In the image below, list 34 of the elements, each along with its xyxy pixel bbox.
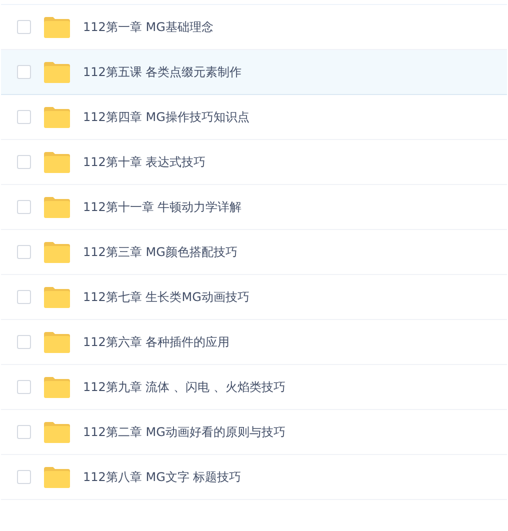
checkbox[interactable] [17, 290, 31, 304]
folder-icon [44, 466, 70, 488]
folder-icon [44, 16, 70, 38]
folder-icon [44, 242, 70, 262]
file-name[interactable]: 112第九章 流体 、闪电 、火焰类技巧 [83, 378, 286, 396]
folder-icon [44, 286, 70, 308]
file-name[interactable]: 112第六章 各种插件的应用 [83, 334, 230, 350]
file-name[interactable]: 112第四章 MG操作技巧知识点 [83, 108, 250, 126]
checkbox[interactable] [17, 155, 31, 169]
file-name[interactable]: 112第十一章 牛顿动力学详解 [83, 198, 242, 216]
checkbox[interactable] [17, 65, 31, 79]
folder-icon [44, 62, 70, 82]
file-name[interactable]: 112第三章 MG颜色搭配技巧 [83, 244, 238, 260]
checkbox[interactable] [17, 245, 31, 259]
folder-icon [44, 422, 70, 442]
folder-icon [44, 106, 70, 128]
file-name[interactable]: 112第一章 MG基础理念 [83, 18, 214, 36]
file-name[interactable]: 112第二章 MG动画好看的原则与技巧 [83, 424, 286, 440]
checkbox[interactable] [17, 470, 31, 484]
checkbox[interactable] [17, 20, 31, 34]
file-name[interactable]: 112第七章 生长类MG动画技巧 [83, 288, 250, 306]
file-row[interactable]: 112第五课 各类点缀元素制作 [1, 50, 507, 95]
file-name[interactable]: 112第五课 各类点缀元素制作 [83, 64, 242, 80]
folder-icon [44, 152, 70, 172]
file-name[interactable]: 112第八章 MG文字 标题技巧 [83, 468, 242, 486]
checkbox[interactable] [17, 380, 31, 394]
folder-icon [44, 332, 70, 352]
checkbox[interactable] [17, 335, 31, 349]
checkbox[interactable] [17, 425, 31, 439]
file-name[interactable]: 112第十章 表达式技巧 [83, 154, 206, 170]
checkbox[interactable] [17, 200, 31, 214]
folder-icon [44, 376, 70, 398]
checkbox[interactable] [17, 110, 31, 124]
folder-icon [44, 196, 70, 218]
